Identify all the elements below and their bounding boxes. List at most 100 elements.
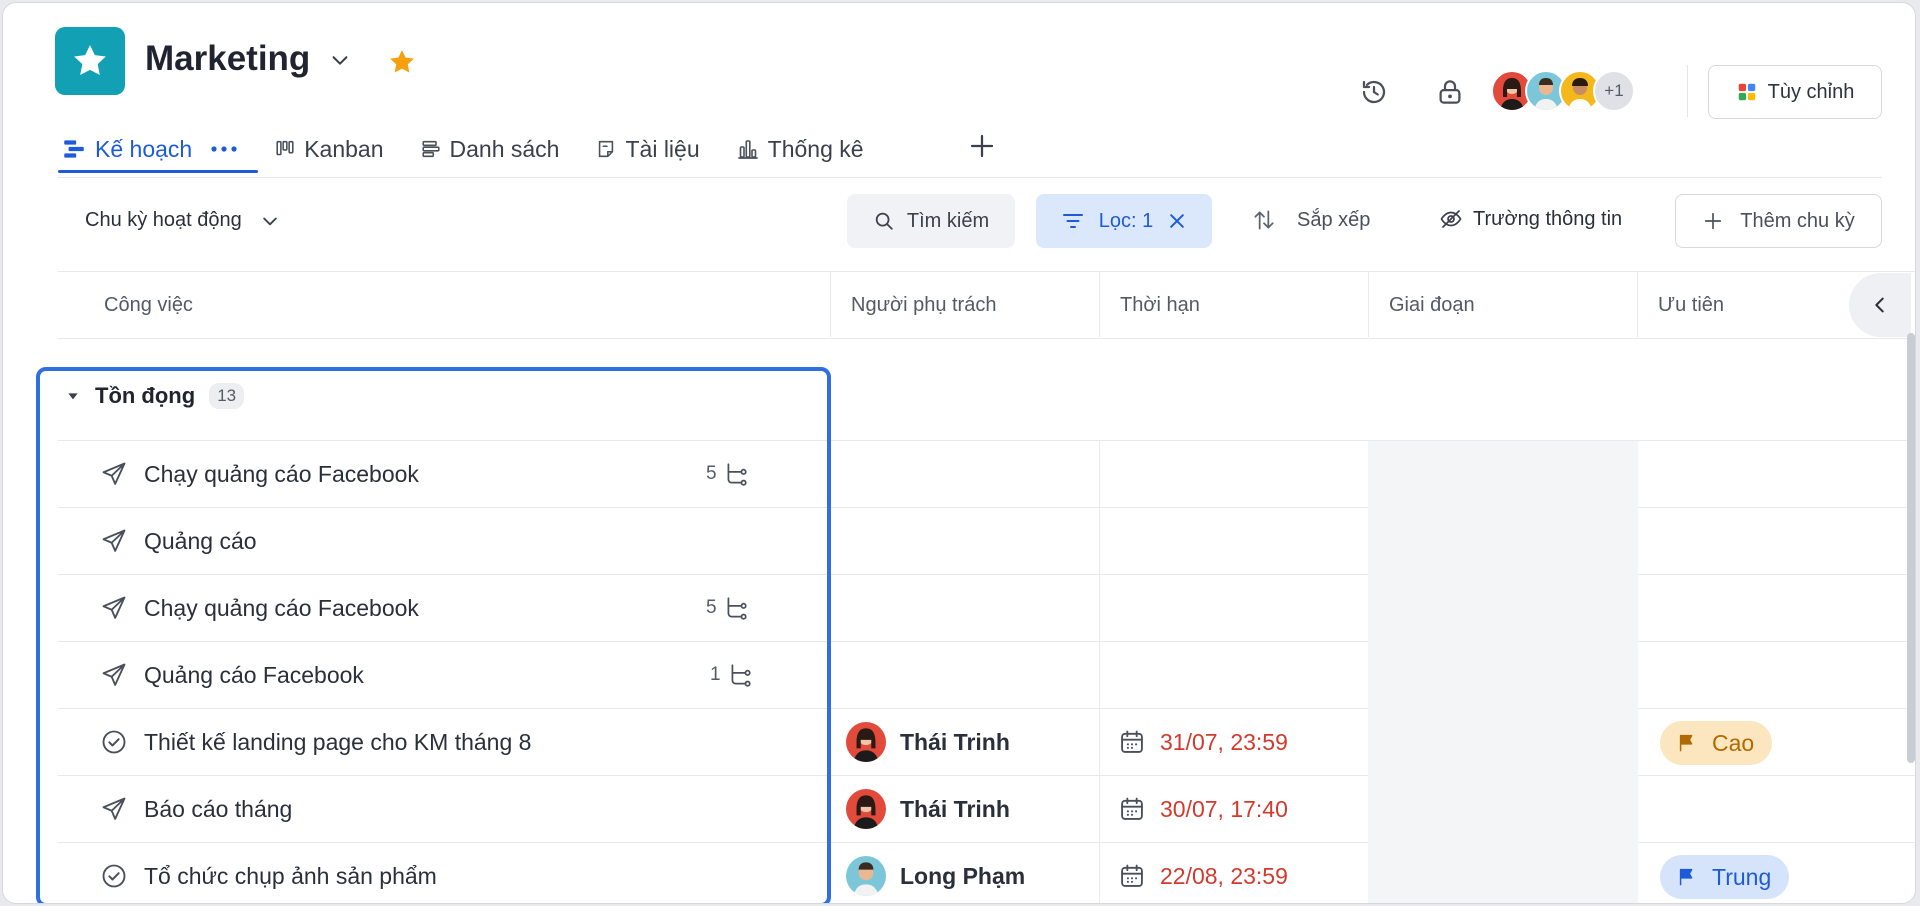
search-button[interactable]: Tìm kiếm — [847, 194, 1015, 248]
tabs-divider — [58, 177, 1882, 178]
group-count-badge: 13 — [209, 383, 245, 409]
table-row[interactable]: Chạy quảng cáo Facebook 5 — [58, 575, 1915, 642]
sort-label: Sắp xếp — [1297, 208, 1371, 231]
stage-cell[interactable] — [1368, 508, 1638, 575]
cycle-select-label: Chu kỳ hoạt động — [85, 209, 242, 231]
table-row[interactable]: Chạy quảng cáo Facebook 5 — [58, 441, 1915, 508]
sort-icon — [1254, 210, 1274, 230]
task-cell[interactable]: Tổ chức chụp ảnh sản phẩm — [100, 843, 437, 903]
subtask-count[interactable]: 1 — [710, 642, 753, 708]
avatar — [846, 856, 886, 896]
calendar-icon — [1121, 864, 1143, 887]
tab-plan[interactable]: Kế hoạch — [61, 129, 238, 169]
table-row[interactable]: Quảng cáo — [58, 508, 1915, 575]
table-header-bottom-border — [58, 338, 1915, 339]
flag-icon — [1679, 868, 1693, 886]
cycle-select[interactable]: Chu kỳ hoạt động — [85, 209, 280, 232]
priority-label: Trung — [1712, 863, 1772, 890]
calendar-icon — [1121, 730, 1143, 753]
customize-button[interactable]: Tùy chỉnh — [1708, 65, 1882, 119]
column-header-due[interactable]: Thời hạn — [1120, 294, 1200, 317]
subtask-count-value: 5 — [706, 597, 717, 618]
lock-icon[interactable] — [1435, 77, 1465, 107]
fields-button[interactable]: Trường thông tin — [1439, 207, 1622, 231]
stage-cell[interactable] — [1368, 776, 1638, 843]
due-date: 31/07, 23:59 — [1160, 728, 1288, 755]
add-view-icon[interactable] — [967, 131, 997, 161]
table-row[interactable]: Tổ chức chụp ảnh sản phẩm Long Phạm 22/0… — [58, 843, 1915, 903]
due-date-cell[interactable]: 30/07, 17:40 — [1118, 776, 1288, 842]
stage-cell[interactable] — [1368, 642, 1638, 709]
document-icon — [599, 140, 614, 158]
active-tab-indicator — [58, 170, 258, 173]
fields-label: Trường thông tin — [1473, 207, 1623, 230]
view-tabs: Kế hoạch Kanban Danh sách Tài liệu Thống… — [61, 129, 900, 175]
list-icon — [421, 140, 440, 158]
due-date: 30/07, 17:40 — [1160, 795, 1288, 822]
due-date-cell[interactable]: 22/08, 23:59 — [1118, 843, 1288, 903]
column-header-stage[interactable]: Giai đoạn — [1389, 294, 1475, 317]
calendar-icon — [1121, 797, 1143, 820]
due-date: 22/08, 23:59 — [1160, 862, 1288, 889]
member-avatars[interactable]: +1 — [1491, 70, 1635, 114]
table-row[interactable]: Thiết kế landing page cho KM tháng 8 Thá… — [58, 709, 1915, 776]
header-divider — [1687, 65, 1688, 117]
column-divider — [830, 271, 831, 337]
tab-label: Tài liệu — [625, 135, 700, 162]
task-name: Quảng cáo — [144, 527, 257, 554]
tab-kanban[interactable]: Kanban — [274, 129, 384, 169]
task-cell[interactable]: Thiết kế landing page cho KM tháng 8 — [100, 709, 531, 775]
tab-list[interactable]: Danh sách — [420, 129, 559, 169]
assignee-cell[interactable]: Long Phạm — [846, 843, 1026, 903]
task-cell[interactable]: Quảng cáo — [100, 508, 257, 574]
stage-cell[interactable] — [1368, 709, 1638, 776]
priority-badge[interactable]: Trung — [1660, 855, 1790, 899]
send-icon — [102, 663, 126, 686]
column-header-assignee[interactable]: Người phụ trách — [851, 294, 996, 317]
send-icon — [102, 797, 126, 820]
assignee-cell[interactable]: Thái Trinh — [846, 776, 1010, 842]
table-row[interactable]: Quảng cáo Facebook 1 — [58, 642, 1915, 709]
add-cycle-button[interactable]: Thêm chu kỳ — [1675, 194, 1882, 248]
close-icon[interactable] — [1167, 211, 1187, 231]
stage-cell[interactable] — [1368, 575, 1638, 642]
favorite-star-icon[interactable] — [387, 47, 417, 77]
star-icon — [74, 45, 106, 75]
task-name: Báo cáo tháng — [144, 795, 293, 822]
stage-cell[interactable] — [1368, 843, 1638, 903]
column-header-task[interactable]: Công việc — [104, 294, 193, 317]
history-icon[interactable] — [1359, 77, 1389, 107]
group-header[interactable]: Tồn đọng 13 — [65, 383, 245, 409]
more-members-badge: +1 — [1593, 70, 1635, 112]
stage-cell[interactable] — [1368, 441, 1638, 508]
task-cell[interactable]: Chạy quảng cáo Facebook — [100, 575, 419, 641]
subtask-icon — [727, 463, 747, 486]
task-cell[interactable]: Báo cáo tháng — [100, 776, 292, 842]
subtask-count[interactable]: 5 — [706, 441, 749, 507]
vertical-scrollbar[interactable] — [1907, 333, 1915, 763]
subtask-count[interactable]: 5 — [706, 575, 749, 641]
due-date-cell[interactable]: 31/07, 23:59 — [1118, 709, 1288, 775]
chevron-down-icon[interactable] — [329, 49, 351, 71]
chevron-down-icon — [263, 217, 277, 225]
avatar — [846, 789, 886, 829]
task-cell[interactable]: Chạy quảng cáo Facebook — [100, 441, 419, 507]
task-cell[interactable]: Quảng cáo Facebook — [100, 642, 364, 708]
column-header-priority[interactable]: Ưu tiên — [1658, 294, 1724, 317]
sort-button[interactable]: Sắp xếp — [1251, 207, 1370, 233]
assignee-name: Long Phạm — [900, 862, 1026, 889]
filter-button[interactable]: Lọc: 1 — [1036, 194, 1212, 248]
subtask-icon — [731, 664, 751, 687]
table-row[interactable]: Báo cáo tháng Thái Trinh 30/07, 17:40 — [58, 776, 1915, 843]
assignee-cell[interactable]: Thái Trinh — [846, 709, 1010, 775]
tab-stats[interactable]: Thống kê — [736, 129, 864, 169]
column-divider — [1368, 271, 1369, 337]
app-window: Marketing +1 Tùy chỉnh Kế hoạch Kanban D… — [2, 2, 1916, 904]
task-name: Quảng cáo Facebook — [144, 661, 364, 688]
priority-badge[interactable]: Cao — [1660, 721, 1773, 765]
column-divider — [1637, 271, 1638, 337]
task-name: Chạy quảng cáo Facebook — [144, 460, 419, 487]
collapse-panel-button[interactable] — [1849, 273, 1911, 337]
tab-docs[interactable]: Tài liệu — [595, 129, 700, 169]
add-cycle-label: Thêm chu kỳ — [1740, 209, 1855, 232]
